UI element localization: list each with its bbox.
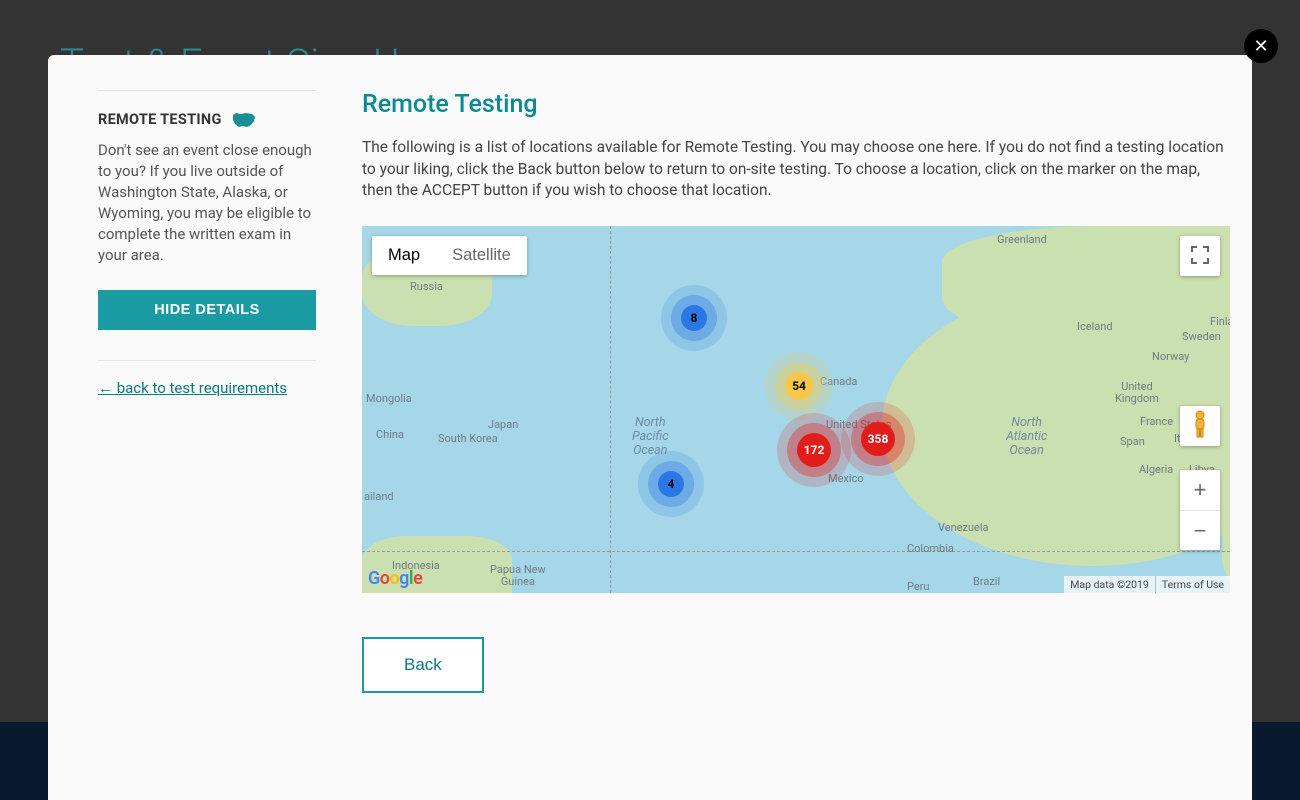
map-marker-54[interactable]: 54 xyxy=(785,372,813,400)
marker-count: 172 xyxy=(804,443,825,457)
map-attribution: Map data ©2019 Terms of Use xyxy=(1064,576,1230,593)
label-iceland: Iceland xyxy=(1077,321,1113,333)
marker-count: 4 xyxy=(668,477,675,491)
sidebar-description: Don't see an event close enough to you? … xyxy=(98,140,316,266)
google-logo: Google xyxy=(368,568,422,589)
map-marker-8[interactable]: 8 xyxy=(681,305,707,331)
sidebar: REMOTE TESTING Don't see an event close … xyxy=(98,90,316,693)
zoom-in-button[interactable]: + xyxy=(1180,470,1220,510)
marker-count: 54 xyxy=(792,379,806,393)
label-venezuela: Venezuela xyxy=(938,522,989,534)
label-japan: Japan xyxy=(488,419,518,431)
pegman-icon xyxy=(1190,410,1210,442)
marker-count: 358 xyxy=(868,432,889,446)
map-marker-4[interactable]: 4 xyxy=(658,471,684,497)
fullscreen-button[interactable] xyxy=(1180,236,1220,276)
zoom-out-button[interactable]: − xyxy=(1180,510,1220,550)
back-button[interactable]: Back xyxy=(362,637,484,693)
map[interactable]: Greenland Iceland Canada United States M… xyxy=(362,226,1230,593)
plus-icon: + xyxy=(1194,477,1207,503)
main-content: Remote Testing The following is a list o… xyxy=(362,90,1230,693)
label-greenland: Greenland xyxy=(997,234,1047,246)
zoom-control: + − xyxy=(1180,470,1220,550)
label-russia: Russia xyxy=(410,281,443,293)
marker-count: 8 xyxy=(691,311,698,325)
close-icon: ✕ xyxy=(1253,36,1268,57)
map-marker-172[interactable]: 172 xyxy=(797,433,831,467)
fullscreen-icon xyxy=(1191,246,1209,267)
usa-map-icon xyxy=(232,112,256,128)
back-to-requirements-link[interactable]: ← back to test requirements xyxy=(98,379,287,397)
minus-icon: − xyxy=(1194,518,1207,544)
remote-testing-modal: REMOTE TESTING Don't see an event close … xyxy=(48,55,1252,800)
label-colombia: Colombia xyxy=(907,543,954,555)
label-sweden: Sweden xyxy=(1182,331,1221,343)
label-china: China xyxy=(376,429,404,441)
map-marker-358[interactable]: 358 xyxy=(861,422,895,456)
label-png: Papua New Guinea xyxy=(490,564,546,588)
label-brazil: Brazil xyxy=(973,576,1000,588)
label-france: France xyxy=(1140,416,1173,428)
label-mongolia: Mongolia xyxy=(366,393,412,405)
label-algeria: Algeria xyxy=(1139,464,1173,476)
label-thailand: ailand xyxy=(364,491,394,503)
label-uk: United Kingdom xyxy=(1115,381,1159,405)
label-north-atlantic: North Atlantic Ocean xyxy=(1006,416,1047,457)
sidebar-title: REMOTE TESTING xyxy=(98,111,222,128)
main-description: The following is a list of locations ava… xyxy=(362,137,1230,202)
label-spain: Span xyxy=(1120,436,1145,448)
label-peru: Peru xyxy=(907,581,930,593)
label-norway: Norway xyxy=(1152,351,1189,363)
divider xyxy=(98,90,316,91)
map-type-map-button[interactable]: Map xyxy=(372,236,436,275)
divider xyxy=(98,360,316,361)
streetview-pegman[interactable] xyxy=(1180,406,1220,446)
map-type-satellite-button[interactable]: Satellite xyxy=(436,236,527,275)
main-title: Remote Testing xyxy=(362,90,1230,119)
close-modal-button[interactable]: ✕ xyxy=(1244,29,1278,63)
map-type-control: Map Satellite xyxy=(372,236,527,275)
label-skorea: South Korea xyxy=(438,433,498,445)
label-finland: Finland xyxy=(1210,316,1230,328)
terms-of-use-link[interactable]: Terms of Use xyxy=(1155,576,1230,593)
map-data-attribution: Map data ©2019 xyxy=(1064,576,1155,593)
hide-details-button[interactable]: HIDE DETAILS xyxy=(98,290,316,330)
